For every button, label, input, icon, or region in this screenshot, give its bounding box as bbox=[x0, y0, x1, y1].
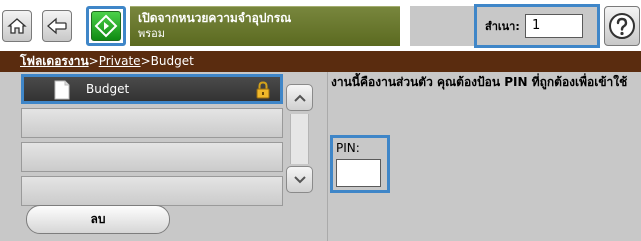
scrollbar-track[interactable] bbox=[290, 114, 309, 164]
scroll-down-button[interactable] bbox=[286, 166, 313, 193]
breadcrumb-separator: > bbox=[88, 54, 99, 68]
private-job-message: งานนี้คืองานส่วนตัว คุณต้องป้อน PIN ที่ถ… bbox=[331, 75, 628, 89]
breadcrumb-private[interactable]: Private bbox=[99, 54, 141, 68]
pin-input[interactable] bbox=[336, 159, 381, 187]
list-item-empty[interactable] bbox=[21, 176, 283, 206]
chevron-down-icon bbox=[293, 175, 306, 183]
pin-panel: งานนี้คืองานส่วนตัว คุณต้องป้อน PIN ที่ถ… bbox=[327, 72, 641, 241]
document-icon bbox=[54, 80, 70, 100]
back-button[interactable] bbox=[42, 10, 72, 42]
start-button-face bbox=[91, 11, 121, 41]
pin-field-group[interactable]: PIN: bbox=[330, 135, 390, 193]
status-ready: พรอม bbox=[138, 27, 166, 40]
home-button[interactable] bbox=[2, 10, 32, 42]
top-toolbar: เปิดจากหนวยความจำอุปกรณ พรอม สำเนา: 1 bbox=[0, 0, 641, 51]
scroll-up-button[interactable] bbox=[286, 84, 313, 111]
list-item-empty[interactable] bbox=[21, 108, 283, 138]
lock-icon bbox=[256, 81, 270, 99]
help-button[interactable] bbox=[604, 6, 640, 46]
copies-label: สำเนา: bbox=[485, 20, 520, 33]
delete-button[interactable]: ลบ bbox=[26, 205, 170, 234]
status-message: เปิดจากหนวยความจำอุปกรณ bbox=[138, 11, 292, 25]
pin-label: PIN: bbox=[336, 141, 360, 155]
home-icon bbox=[7, 18, 27, 34]
list-item-empty[interactable] bbox=[21, 142, 283, 172]
copies-panel[interactable]: สำเนา: 1 bbox=[474, 4, 600, 48]
status-spacer bbox=[410, 6, 474, 46]
start-button[interactable] bbox=[86, 6, 126, 46]
status-panel: เปิดจากหนวยความจำอุปกรณ พรอม bbox=[130, 6, 400, 46]
breadcrumb-current: Budget bbox=[150, 54, 194, 68]
breadcrumb: โฟลเดอรงาน>Private>Budget bbox=[0, 51, 641, 72]
back-arrow-icon bbox=[47, 17, 67, 35]
copies-field[interactable]: 1 bbox=[525, 14, 583, 38]
breadcrumb-separator: > bbox=[140, 54, 151, 68]
list-item-label: Budget bbox=[86, 82, 130, 96]
list-item-budget[interactable]: Budget bbox=[21, 74, 283, 104]
help-icon bbox=[609, 13, 635, 39]
breadcrumb-folder-root[interactable]: โฟลเดอรงาน bbox=[20, 54, 89, 68]
chevron-up-icon bbox=[293, 94, 306, 102]
job-list-panel: Budget ลบ bbox=[0, 72, 327, 241]
start-diamond-icon bbox=[94, 14, 118, 38]
